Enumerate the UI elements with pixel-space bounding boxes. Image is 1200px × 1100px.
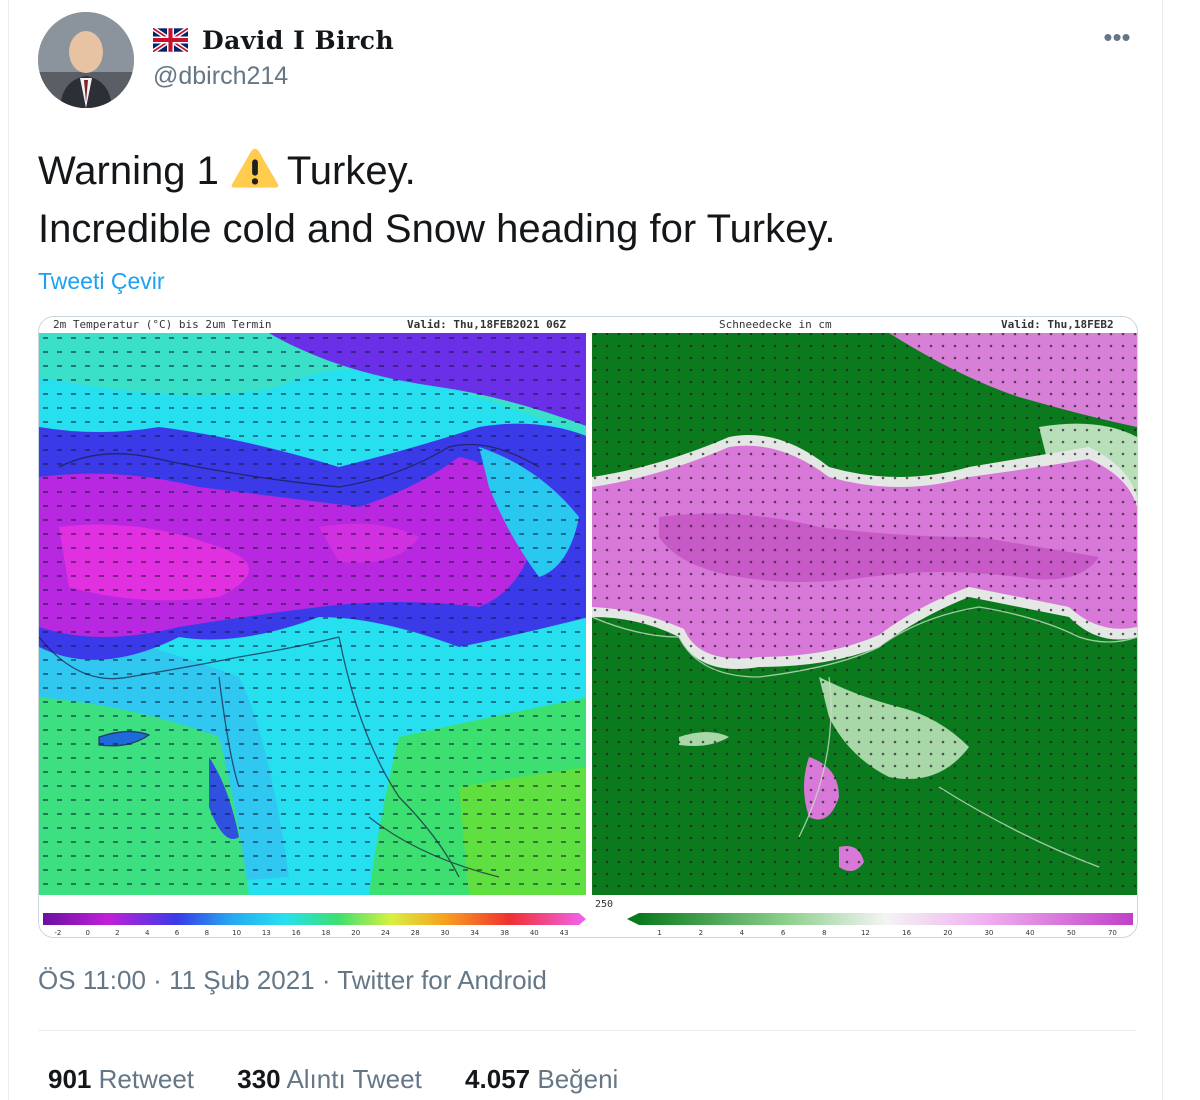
snow-scale-labels: 1 2 4 6 8 12 16 20 30 40 50 70 xyxy=(657,929,1116,937)
temp-scale-label-11: 24 xyxy=(381,929,390,937)
temp-scale-label-13: 30 xyxy=(441,929,450,937)
retweets-label: Retweet xyxy=(98,1064,195,1094)
snow-map-corner-label: 250 xyxy=(595,899,613,910)
quote-tweets-label: Alıntı Tweet xyxy=(286,1064,422,1094)
tweet-time[interactable]: ÖS 11:00 xyxy=(38,965,146,995)
temp-scale-label-6: 10 xyxy=(232,929,241,937)
temp-scale-label-16: 40 xyxy=(530,929,539,937)
snow-color-scale xyxy=(639,913,1133,925)
tweet-card: David I Birch @dbirch214 ••• Warning 1 T… xyxy=(8,0,1163,1100)
temp-scale-label-17: 43 xyxy=(560,929,569,937)
likes-stat[interactable]: 4.057 Beğeni xyxy=(465,1064,618,1094)
snow-map-title: Schneedecke in cm xyxy=(719,318,832,331)
temp-map-title: 2m Temperatur (°C) bis 2um Termin xyxy=(53,318,272,331)
quote-tweets-count: 330 xyxy=(237,1064,281,1094)
snow-scale-label-11: 70 xyxy=(1108,929,1117,937)
temp-scale-label-5: 8 xyxy=(205,929,209,937)
snow-scale-label-4: 8 xyxy=(822,929,826,937)
tweet-text-line-2: Incredible cold and Snow heading for Tur… xyxy=(38,207,836,251)
likes-count: 4.057 xyxy=(465,1064,531,1094)
snow-scale-label-1: 2 xyxy=(699,929,703,937)
tweet-date[interactable]: 11 Şub 2021 xyxy=(169,965,315,995)
temp-scale-label-9: 18 xyxy=(321,929,330,937)
retweets-stat[interactable]: 901 Retweet xyxy=(48,1064,194,1094)
more-options-icon[interactable]: ••• xyxy=(1097,24,1137,56)
quote-tweets-stat[interactable]: 330 Alıntı Tweet xyxy=(237,1064,422,1094)
tweet-source-link[interactable]: Twitter for Android xyxy=(337,965,547,995)
temp-scale-label-15: 38 xyxy=(500,929,509,937)
tweet-text-line-1: Warning 1 Turkey. xyxy=(38,142,836,200)
tweet-metadata: ÖS 11:00 · 11 Şub 2021 · Twitter for And… xyxy=(38,965,547,996)
snow-scale-label-5: 12 xyxy=(861,929,870,937)
likes-label: Beğeni xyxy=(537,1064,619,1094)
retweets-count: 901 xyxy=(48,1064,92,1094)
snow-scale-label-9: 40 xyxy=(1026,929,1035,937)
meta-separator: · xyxy=(153,965,162,995)
tweet-stats: 901 Retweet 330 Alıntı Tweet 4.057 Beğen… xyxy=(48,1064,654,1095)
temp-scale-label-4: 6 xyxy=(175,929,180,937)
temperature-color-scale xyxy=(43,913,579,925)
snow-depth-map: Schneedecke in cm Valid: Thu,18FEB2 250 … xyxy=(592,318,1137,937)
tweet-media-image[interactable]: 2m Temperatur (°C) bis 2um Termin Valid:… xyxy=(38,316,1138,938)
snow-scale-label-10: 50 xyxy=(1067,929,1076,937)
temp-scale-label-3: 4 xyxy=(145,929,150,937)
temp-scale-label-10: 20 xyxy=(351,929,360,937)
temp-map-valid: Valid: Thu,18FEB2021 06Z xyxy=(407,318,566,331)
temp-scale-label-7: 13 xyxy=(262,929,271,937)
tweet-text-turkey: Turkey. xyxy=(286,149,416,193)
temp-scale-label-14: 34 xyxy=(470,929,479,937)
snow-scale-label-2: 4 xyxy=(740,929,745,937)
snow-scale-label-3: 6 xyxy=(781,929,786,937)
tweet-text-warning: Warning 1 xyxy=(38,149,219,193)
avatar-photo xyxy=(38,12,134,108)
snow-scale-label-0: 1 xyxy=(657,929,661,937)
tweet-text: Warning 1 Turkey. Incredible cold and Sn… xyxy=(38,142,836,258)
snow-scale-label-8: 30 xyxy=(984,929,993,937)
temp-scale-label-12: 28 xyxy=(411,929,420,937)
snow-scale-label-6: 16 xyxy=(902,929,911,937)
temp-scale-label-2: 2 xyxy=(115,929,119,937)
temp-scale-label-0: -2 xyxy=(54,929,61,937)
temperature-map: 2m Temperatur (°C) bis 2um Termin Valid:… xyxy=(39,317,589,937)
avatar[interactable] xyxy=(38,12,134,108)
warning-sign-icon xyxy=(231,148,279,188)
snow-map-valid: Valid: Thu,18FEB2 xyxy=(1001,318,1114,331)
uk-flag-icon xyxy=(153,28,188,52)
translate-tweet-link[interactable]: Tweeti Çevir xyxy=(38,268,165,295)
meta-separator: · xyxy=(321,965,331,995)
author-display-name[interactable]: David I Birch xyxy=(202,26,394,55)
divider xyxy=(38,1030,1136,1031)
temp-scale-label-8: 16 xyxy=(292,929,301,937)
author-handle[interactable]: @dbirch214 xyxy=(153,62,288,91)
snow-scale-label-7: 20 xyxy=(943,929,952,937)
temp-scale-label-1: 0 xyxy=(85,929,89,937)
weather-maps: 2m Temperatur (°C) bis 2um Termin Valid:… xyxy=(39,317,1137,937)
